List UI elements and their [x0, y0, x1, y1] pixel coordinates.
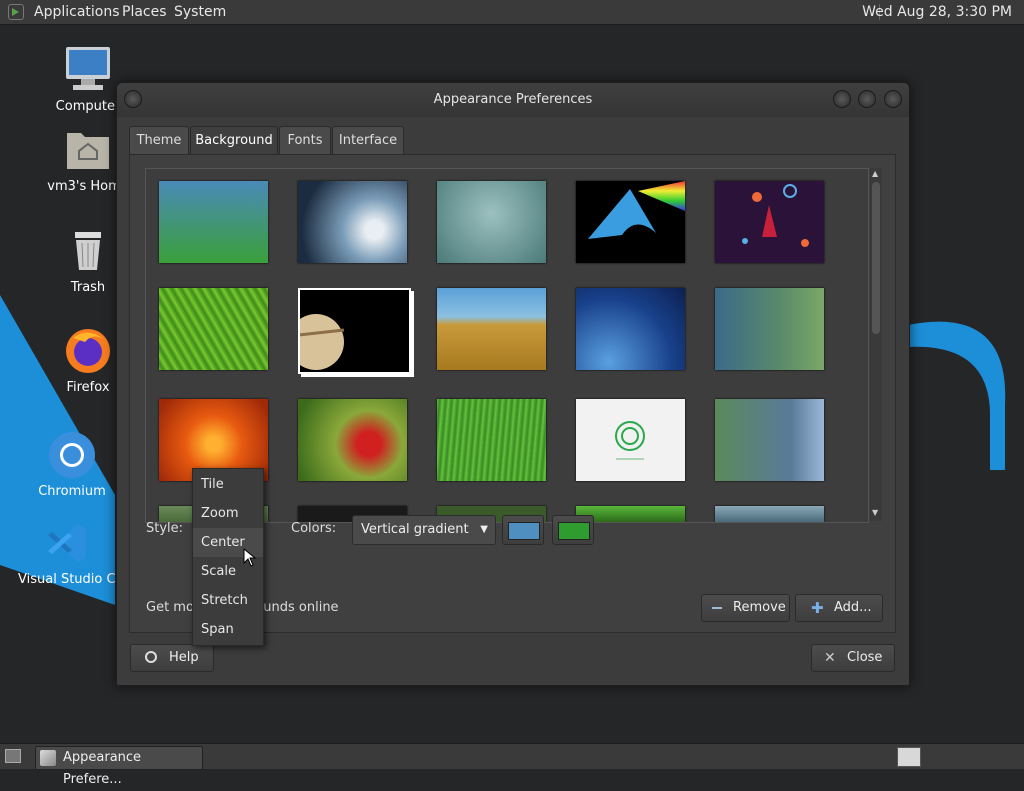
remove-button[interactable]: Remove: [701, 594, 790, 622]
gallery-scrollbar[interactable]: ▲ ▼: [870, 168, 882, 521]
help-button-label: Help: [169, 650, 199, 665]
show-desktop-icon[interactable]: [5, 749, 21, 763]
trash-icon: [75, 232, 101, 270]
top-panel: Applications Places System Wed Aug 28, 3…: [0, 0, 1024, 25]
add-button[interactable]: ✚ Add...: [795, 594, 883, 622]
desktop-icon-label: Chromium: [38, 484, 106, 499]
mouse-pointer-icon: [243, 548, 257, 567]
minimize-button[interactable]: [833, 90, 851, 108]
home-folder-icon: [67, 133, 109, 169]
applications-menu[interactable]: Applications: [34, 4, 120, 20]
wallpaper-thumbnail[interactable]: [576, 399, 685, 481]
app-menu-icon[interactable]: [8, 4, 24, 20]
taskbar-window-button[interactable]: Appearance Prefere...: [35, 746, 203, 787]
style-label: Style:: [146, 521, 184, 536]
close-icon: ✕: [824, 650, 836, 666]
tab-fonts[interactable]: Fonts: [279, 126, 331, 155]
close-button-label: Close: [847, 650, 883, 665]
desktop-icon-chromium[interactable]: Chromium: [17, 430, 127, 499]
chromium-icon: [49, 432, 95, 478]
desktop-icon-vscode[interactable]: Visual Studio Code: [12, 520, 122, 587]
secondary-color-button[interactable]: [552, 515, 594, 545]
close-window-button[interactable]: [884, 90, 902, 108]
wallpaper-thumbnail[interactable]: [159, 181, 268, 263]
style-option-tile[interactable]: Tile: [193, 470, 263, 499]
wallpaper-thumbnail[interactable]: [298, 399, 407, 481]
wallpaper-thumbnail[interactable]: [437, 288, 546, 370]
tab-interface[interactable]: Interface: [332, 126, 404, 155]
vscode-icon: [48, 524, 86, 562]
wallpaper-thumbnail[interactable]: [715, 399, 824, 481]
primary-color-button[interactable]: [502, 515, 544, 545]
window-title: Appearance Preferences: [433, 92, 593, 107]
wallpaper-thumbnail[interactable]: [288, 288, 411, 374]
system-menu[interactable]: System: [174, 4, 226, 20]
wallpaper-thumbnail[interactable]: [715, 288, 824, 370]
taskbar-window-label: Appearance Prefere...: [63, 750, 142, 787]
plus-icon: ✚: [811, 599, 824, 617]
wallpaper-thumbnail[interactable]: [715, 181, 824, 263]
add-button-label: Add...: [834, 600, 872, 615]
window-titlebar[interactable]: Appearance Preferences: [117, 83, 909, 117]
minus-icon: [712, 607, 722, 609]
scrollbar-thumb[interactable]: [872, 182, 880, 334]
wallpaper-thumbnail[interactable]: [298, 181, 407, 263]
help-icon: [145, 651, 157, 663]
colors-combo[interactable]: Vertical gradient ▼: [352, 515, 496, 545]
style-option-zoom[interactable]: Zoom: [193, 499, 263, 528]
colors-label: Colors:: [291, 521, 337, 536]
clock[interactable]: Wed Aug 28, 3:30 PM: [862, 4, 1012, 20]
workspace-switcher-icon[interactable]: [897, 747, 921, 767]
tab-theme[interactable]: Theme: [129, 126, 189, 155]
wallpaper-thumbnail[interactable]: [576, 288, 685, 370]
style-option-stretch[interactable]: Stretch: [193, 586, 263, 615]
help-button[interactable]: Help: [130, 644, 214, 672]
chevron-down-icon: ▼: [480, 524, 488, 535]
secondary-color-swatch: [558, 522, 590, 540]
scroll-down-icon[interactable]: ▼: [872, 508, 878, 517]
computer-icon: [66, 47, 110, 90]
maximize-button[interactable]: [858, 90, 876, 108]
remove-button-label: Remove: [733, 600, 786, 615]
style-option-span[interactable]: Span: [193, 615, 263, 644]
wallpaper-thumbnail[interactable]: [437, 399, 546, 481]
close-button[interactable]: ✕ Close: [811, 644, 895, 672]
bottom-panel: Appearance Prefere...: [0, 743, 1024, 787]
desktop-icon-label: Visual Studio Code: [18, 572, 122, 587]
tab-background[interactable]: Background: [190, 126, 278, 157]
wallpaper-thumbnail[interactable]: [576, 181, 685, 263]
wallpaper-thumbnail[interactable]: [437, 181, 546, 263]
colors-combo-value: Vertical gradient: [361, 522, 469, 537]
primary-color-swatch: [508, 522, 540, 540]
appearance-icon: [40, 750, 56, 766]
firefox-icon: [66, 329, 110, 373]
scroll-up-icon[interactable]: ▲: [872, 169, 878, 178]
places-menu[interactable]: Places: [122, 4, 167, 20]
wallpaper-thumbnail[interactable]: [715, 506, 824, 522]
wallpaper-thumbnail[interactable]: [159, 288, 268, 370]
